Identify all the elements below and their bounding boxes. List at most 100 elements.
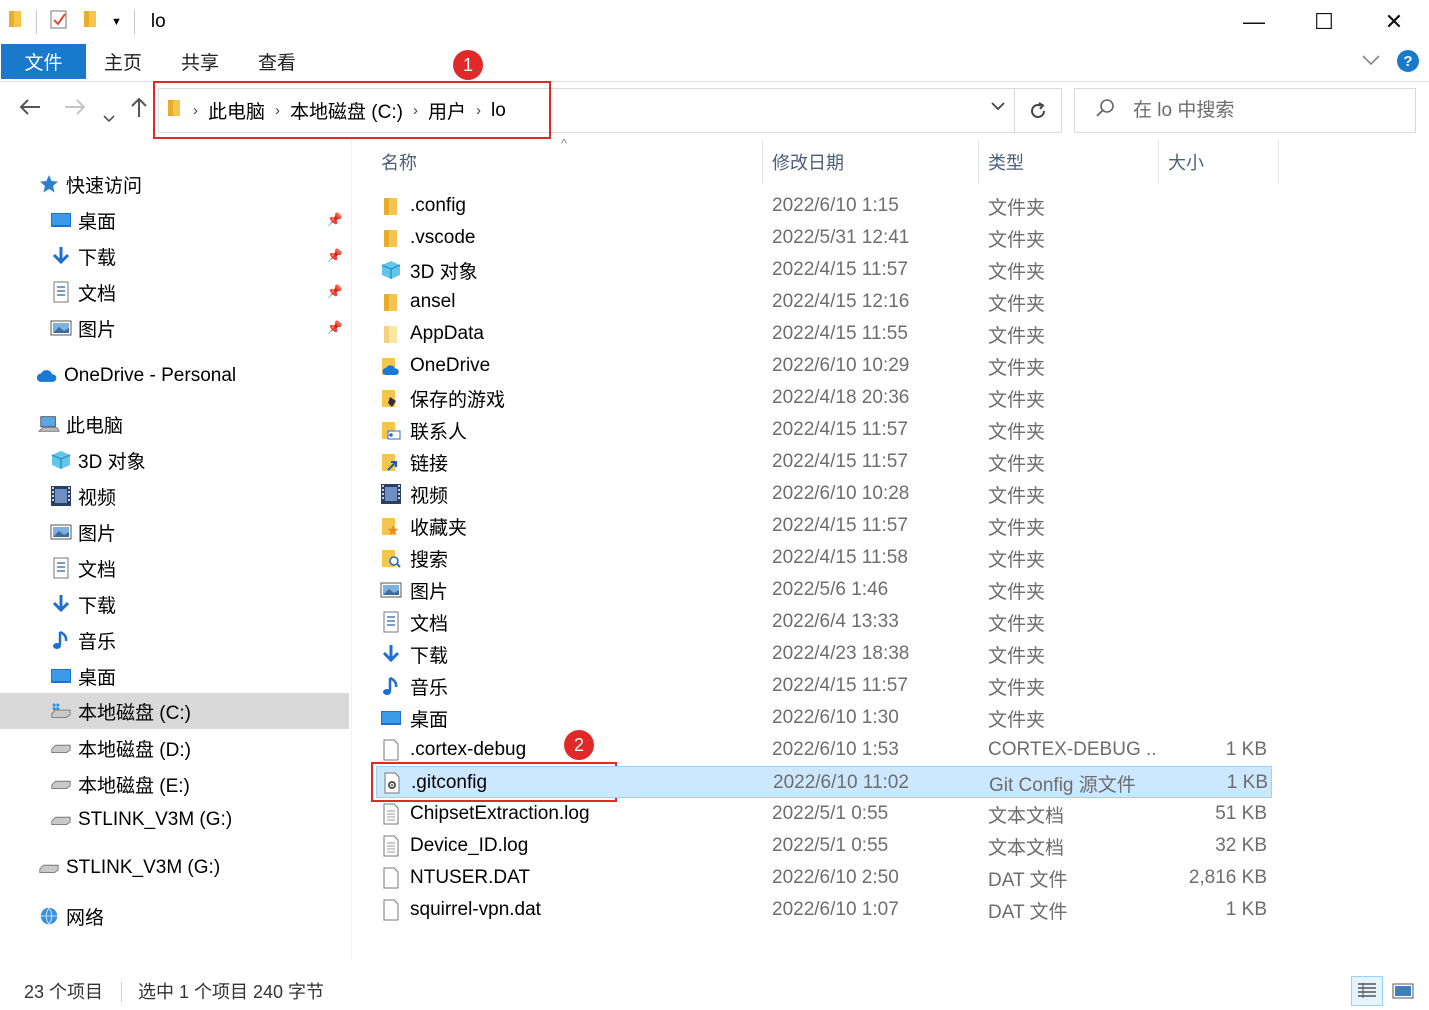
nav-this-pc[interactable]: 此电脑 bbox=[0, 406, 349, 442]
pin-icon[interactable]: 📌 bbox=[327, 248, 343, 264]
file-row[interactable]: Device_ID.log 2022/5/1 0:55 文本文档 32 KB bbox=[376, 830, 1272, 862]
file-row[interactable]: .cortex-debug 2022/6/10 1:53 CORTEX-DEBUG … bbox=[376, 734, 1272, 766]
file-name: .gitconfig bbox=[411, 772, 488, 793]
nav-pc-local-disk-e[interactable]: 本地磁盘 (E:) bbox=[0, 766, 349, 802]
file-row[interactable]: .config 2022/6/10 1:15 文件夹 bbox=[376, 190, 1272, 222]
file-row[interactable]: 保存的游戏 2022/4/18 20:36 文件夹 bbox=[376, 382, 1272, 414]
file-name: 音乐 bbox=[410, 677, 449, 699]
file-row[interactable]: 视频 2022/6/10 10:28 文件夹 bbox=[376, 478, 1272, 510]
refresh-button[interactable] bbox=[1015, 88, 1062, 133]
close-button[interactable]: ✕ bbox=[1359, 0, 1429, 44]
pin-icon[interactable]: 📌 bbox=[327, 284, 343, 300]
favorites-icon bbox=[380, 515, 402, 537]
file-row[interactable]: 音乐 2022/4/15 11:57 文件夹 bbox=[376, 670, 1272, 702]
file-name-cell: 桌面 bbox=[380, 702, 760, 734]
nav-quick-documents[interactable]: 文档 📌 bbox=[0, 274, 349, 310]
tab-view[interactable]: 查看 bbox=[246, 44, 308, 79]
star-icon bbox=[38, 173, 60, 195]
pin-icon[interactable]: 📌 bbox=[327, 320, 343, 336]
nav-network[interactable]: 网络 bbox=[0, 898, 349, 934]
properties-icon[interactable] bbox=[49, 8, 69, 36]
column-header-date[interactable]: 修改日期 bbox=[772, 140, 844, 184]
nav-quick-access[interactable]: 快速访问 bbox=[0, 166, 349, 202]
forward-button[interactable] bbox=[63, 96, 87, 124]
back-button[interactable] bbox=[18, 96, 42, 124]
file-row[interactable]: .gitconfig 2022/6/10 11:02 Git Config 源文件 1… bbox=[376, 766, 1272, 798]
nav-stlink-g[interactable]: STLINK_V3M (G:) bbox=[0, 850, 349, 886]
maximize-button[interactable]: ☐ bbox=[1289, 0, 1359, 44]
nav-pc-downloads[interactable]: 下载 bbox=[0, 586, 349, 622]
nav-label: 下载 bbox=[78, 247, 117, 269]
file-row[interactable]: 链接 2022/4/15 11:57 文件夹 bbox=[376, 446, 1272, 478]
nav-pc-desktop[interactable]: 桌面 bbox=[0, 658, 349, 694]
address-history-icon[interactable] bbox=[990, 99, 1006, 117]
file-row[interactable]: OneDrive 2022/6/10 10:29 文件夹 bbox=[376, 350, 1272, 382]
file-name-cell: 收藏夹 bbox=[380, 510, 760, 542]
selection-info: 选中 1 个项目 240 字节 bbox=[138, 982, 325, 1002]
large-icons-view-button[interactable] bbox=[1387, 976, 1419, 1006]
desktop-icon bbox=[380, 707, 402, 729]
up-button[interactable] bbox=[130, 96, 148, 125]
file-name: 3D 对象 bbox=[410, 261, 478, 283]
search-input[interactable] bbox=[1133, 99, 1383, 122]
desktop-icon bbox=[50, 209, 72, 231]
file-row[interactable]: 搜索 2022/4/15 11:58 文件夹 bbox=[376, 542, 1272, 574]
nav-pc-local-disk-d[interactable]: 本地磁盘 (D:) bbox=[0, 730, 349, 766]
search-box[interactable] bbox=[1074, 88, 1416, 133]
nav-pc-3d-objects[interactable]: 3D 对象 bbox=[0, 442, 349, 478]
file-row[interactable]: ansel 2022/4/15 12:16 文件夹 bbox=[376, 286, 1272, 318]
file-name: ansel bbox=[410, 291, 456, 312]
file-name: Device_ID.log bbox=[410, 835, 529, 856]
nav-pc-music[interactable]: 音乐 bbox=[0, 622, 349, 658]
file-date: 2022/4/15 11:55 bbox=[772, 323, 908, 344]
search-icon bbox=[1095, 98, 1115, 124]
nav-pc-stlink-g[interactable]: STLINK_V3M (G:) bbox=[0, 802, 349, 838]
video-icon bbox=[380, 483, 402, 505]
file-name-cell: .vscode bbox=[380, 222, 760, 254]
folder-icon bbox=[380, 195, 402, 217]
details-view-button[interactable] bbox=[1351, 976, 1383, 1006]
new-folder-icon[interactable] bbox=[83, 9, 99, 35]
pin-icon[interactable]: 📌 bbox=[327, 212, 343, 228]
contacts-icon bbox=[380, 419, 402, 441]
file-row[interactable]: 桌面 2022/6/10 1:30 文件夹 bbox=[376, 702, 1272, 734]
file-row[interactable]: .vscode 2022/5/31 12:41 文件夹 bbox=[376, 222, 1272, 254]
nav-pc-videos[interactable]: 视频 bbox=[0, 478, 349, 514]
file-row[interactable]: 文档 2022/6/4 13:33 文件夹 bbox=[376, 606, 1272, 638]
file-type: CORTEX-DEBUG ... bbox=[988, 739, 1156, 760]
nav-quick-downloads[interactable]: 下载 📌 bbox=[0, 238, 349, 274]
file-date: 2022/4/15 11:57 bbox=[772, 259, 908, 280]
recent-locations-button[interactable] bbox=[103, 103, 115, 131]
file-row[interactable]: squirrel-vpn.dat 2022/6/10 1:07 DAT 文件 1 KB bbox=[376, 894, 1272, 926]
help-icon[interactable]: ? bbox=[1397, 50, 1419, 72]
column-header-size[interactable]: 大小 bbox=[1168, 140, 1204, 184]
file-row[interactable]: ChipsetExtraction.log 2022/5/1 0:55 文本文档 51… bbox=[376, 798, 1272, 830]
tab-file[interactable]: 文件 bbox=[1, 44, 86, 79]
minimize-button[interactable]: — bbox=[1219, 0, 1289, 44]
file-row[interactable]: 图片 2022/5/6 1:46 文件夹 bbox=[376, 574, 1272, 606]
tab-share[interactable]: 共享 bbox=[169, 44, 231, 79]
config-file-icon bbox=[381, 772, 403, 794]
nav-pc-pictures[interactable]: 图片 bbox=[0, 514, 349, 550]
file-date: 2022/5/1 0:55 bbox=[772, 835, 889, 856]
nav-pc-documents[interactable]: 文档 bbox=[0, 550, 349, 586]
file-row[interactable]: 3D 对象 2022/4/15 11:57 文件夹 bbox=[376, 254, 1272, 286]
file-type: 文件夹 bbox=[988, 645, 1046, 667]
file-row[interactable]: 联系人 2022/4/15 11:57 文件夹 bbox=[376, 414, 1272, 446]
document-icon bbox=[50, 557, 72, 579]
nav-quick-desktop[interactable]: 桌面 📌 bbox=[0, 202, 349, 238]
file-row[interactable]: 收藏夹 2022/4/15 11:57 文件夹 bbox=[376, 510, 1272, 542]
file-row[interactable]: AppData 2022/4/15 11:55 文件夹 bbox=[376, 318, 1272, 350]
nav-onedrive[interactable]: OneDrive - Personal bbox=[0, 358, 349, 394]
nav-quick-pictures[interactable]: 图片 📌 bbox=[0, 310, 349, 346]
column-header-name[interactable]: 名称 bbox=[381, 140, 417, 184]
file-row[interactable]: 下载 2022/4/23 18:38 文件夹 bbox=[376, 638, 1272, 670]
expand-ribbon-icon[interactable] bbox=[1361, 50, 1381, 72]
column-header-type[interactable]: 类型 bbox=[988, 140, 1024, 184]
file-date: 2022/6/10 1:53 bbox=[772, 739, 899, 760]
nav-pc-local-disk-c[interactable]: 本地磁盘 (C:) bbox=[0, 693, 349, 729]
file-name-cell: AppData bbox=[380, 318, 760, 350]
file-row[interactable]: NTUSER.DAT 2022/6/10 2:50 DAT 文件 2,816 KB bbox=[376, 862, 1272, 894]
customize-toolbar-icon[interactable]: ▼ bbox=[111, 16, 122, 28]
tab-home[interactable]: 主页 bbox=[92, 44, 154, 79]
